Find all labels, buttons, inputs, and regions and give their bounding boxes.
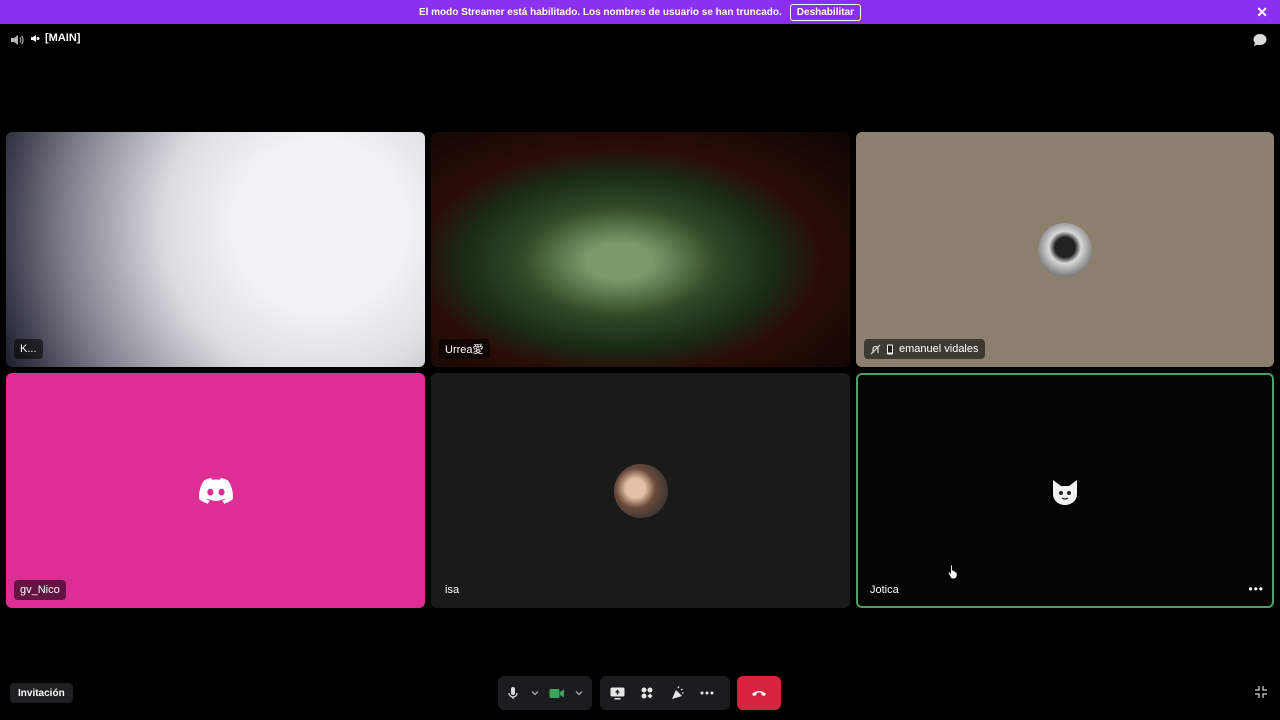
speaker-icon xyxy=(11,35,24,45)
activity-controls xyxy=(600,676,730,710)
participant-name-label: gv_Nico xyxy=(14,580,66,600)
participant-name-label: Urrea愛 xyxy=(439,339,490,359)
soundboard-button[interactable] xyxy=(662,679,692,707)
mouse-cursor-icon xyxy=(948,564,958,579)
chat-icon[interactable] xyxy=(1252,32,1268,48)
microphone-icon xyxy=(508,687,518,699)
participant-name-label: K... xyxy=(14,339,43,359)
screen-share-icon xyxy=(610,687,624,699)
cat-avatar-icon xyxy=(1053,479,1077,505)
avatar-tile-emanuel[interactable]: emanuel vidales xyxy=(856,132,1274,367)
video-tile-k[interactable]: K... xyxy=(6,132,425,367)
user-avatar xyxy=(1038,222,1092,277)
avatar-tile-isa[interactable]: isa xyxy=(431,373,850,608)
more-icon xyxy=(700,691,714,695)
chevron-down-icon xyxy=(575,691,583,696)
avatar-tile-jotica[interactable]: Jotica ••• xyxy=(856,373,1274,608)
mic-camera-controls xyxy=(498,676,592,710)
voice-channel-icon xyxy=(31,34,40,42)
hang-up-icon xyxy=(752,691,766,696)
participant-name-label: isa xyxy=(439,580,465,600)
disable-streamer-button[interactable]: Deshabilitar xyxy=(789,3,862,21)
more-options-icon[interactable]: ••• xyxy=(1248,582,1264,596)
avatar-tile-gv-nico[interactable]: gv_Nico xyxy=(6,373,425,608)
mic-options-button[interactable] xyxy=(528,679,542,707)
user-avatar xyxy=(1038,463,1092,518)
microphone-button[interactable] xyxy=(498,679,528,707)
participant-name: Jotica xyxy=(870,584,899,596)
participant-name: Urrea愛 xyxy=(445,344,484,356)
user-avatar xyxy=(613,463,668,518)
participant-name: gv_Nico xyxy=(20,584,60,596)
channel-title[interactable]: [MAIN] xyxy=(30,32,80,44)
camera-icon xyxy=(549,688,564,698)
activities-icon xyxy=(641,687,653,699)
streamer-mode-banner: El modo Streamer está habilitado. Los no… xyxy=(0,0,1280,24)
camera-options-button[interactable] xyxy=(572,679,586,707)
invite-button[interactable]: Invitación xyxy=(10,683,73,703)
exit-fullscreen-icon[interactable] xyxy=(1254,685,1268,699)
camera-button[interactable] xyxy=(542,679,572,707)
video-tile-urrea[interactable]: Urrea愛 xyxy=(431,132,850,367)
participant-name-label: emanuel vidales xyxy=(864,339,985,359)
discord-logo-icon xyxy=(198,477,233,504)
participant-name-label: Jotica xyxy=(864,580,905,600)
activities-button[interactable] xyxy=(632,679,662,707)
screen-share-button[interactable] xyxy=(602,679,632,707)
channel-name: [MAIN] xyxy=(45,32,81,44)
chevron-down-icon xyxy=(531,691,539,696)
close-icon[interactable]: ✕ xyxy=(1256,5,1268,19)
more-button[interactable] xyxy=(692,679,722,707)
deafened-icon xyxy=(870,344,881,354)
participant-name: K... xyxy=(20,343,37,355)
participant-name: emanuel vidales xyxy=(899,343,979,355)
soundboard-icon xyxy=(672,686,684,699)
participant-name: isa xyxy=(445,584,460,596)
call-header: [MAIN] xyxy=(0,30,1280,50)
disconnect-button[interactable] xyxy=(737,676,781,710)
mobile-icon xyxy=(887,344,893,354)
banner-message: El modo Streamer está habilitado. Los no… xyxy=(418,6,782,18)
